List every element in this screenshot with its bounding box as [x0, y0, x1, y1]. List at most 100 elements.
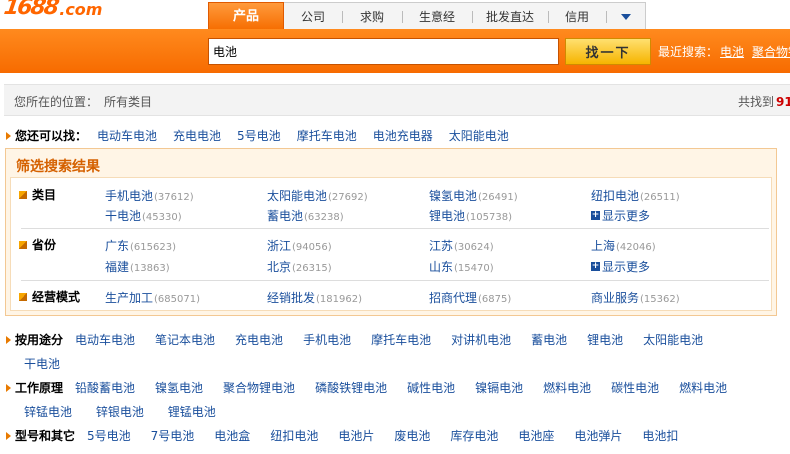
category-link[interactable]: 电池片 — [338, 427, 374, 444]
filter-option: 北京(26315) — [267, 258, 332, 275]
search-input[interactable] — [208, 38, 559, 65]
filter-option-link[interactable]: 干电池 — [105, 209, 141, 223]
filter-option-link[interactable]: 北京 — [267, 260, 291, 274]
arrow-right-icon — [6, 131, 11, 140]
tab-wholesale[interactable]: 批发直达 — [472, 2, 548, 30]
arrow-right-icon — [6, 431, 11, 440]
category-link[interactable]: 碳性电池 — [611, 379, 659, 396]
category-link[interactable]: 干电池 — [24, 357, 60, 371]
category-link[interactable]: 碱性电池 — [407, 379, 455, 396]
category-link[interactable]: 磷酸铁锂电池 — [315, 379, 387, 396]
filter-option: 手机电池(37612) — [105, 187, 194, 204]
related-search-link[interactable]: 摩托车电池 — [297, 127, 357, 144]
category-link[interactable]: 太阳能电池 — [643, 331, 703, 348]
category-link[interactable]: 电动车电池 — [75, 331, 135, 348]
category-link[interactable]: 电池座 — [518, 427, 554, 444]
filter-option-link[interactable]: 锂电池 — [429, 209, 465, 223]
category-link[interactable]: 锂电池 — [587, 331, 623, 348]
related-search-link[interactable]: 太阳能电池 — [449, 127, 509, 144]
category-link[interactable]: 锌银电池 — [96, 405, 144, 419]
filter-option-link[interactable]: 上海 — [591, 239, 615, 253]
filter-option-count: (37612) — [154, 192, 194, 203]
category-link[interactable]: 燃料电池 — [543, 379, 591, 396]
related-search-link[interactable]: 充电电池 — [173, 127, 221, 144]
recent-search-link[interactable]: 电池 — [720, 45, 744, 59]
tab-business[interactable]: 生意经 — [402, 2, 472, 30]
category-link[interactable]: 手机电池 — [303, 331, 351, 348]
filter-option: 浙江(94056) — [267, 237, 332, 254]
category-link[interactable]: 电池弹片 — [574, 427, 622, 444]
category-link[interactable]: 聚合物锂电池 — [223, 379, 295, 396]
filter-option-link[interactable]: 广东 — [105, 239, 129, 253]
category-link[interactable]: 废电池 — [394, 427, 430, 444]
filter-option: 山东(15470) — [429, 258, 494, 275]
filter-option-link[interactable]: 招商代理 — [429, 291, 477, 305]
category-link[interactable]: 充电电池 — [235, 331, 283, 348]
filter-option-count: (105738) — [466, 212, 512, 223]
filter-option-link[interactable]: 江苏 — [429, 239, 453, 253]
recent-searches-label: 最近搜索： — [658, 45, 719, 59]
logo[interactable]: 1688 .com — [2, 0, 102, 20]
result-count-number: 91 — [776, 95, 790, 109]
tab-buying[interactable]: 求购 — [342, 2, 402, 30]
show-more-button[interactable]: + 显示更多 — [591, 207, 650, 224]
category-link[interactable]: 5号电池 — [87, 427, 131, 444]
filter-option: 镍氢电池(26491) — [429, 187, 518, 204]
recent-search-link[interactable]: 聚合物锂 — [752, 45, 790, 59]
result-count: 共找到 91 — [738, 93, 790, 110]
filter-option-link[interactable]: 纽扣电池 — [591, 189, 639, 203]
tab-companies[interactable]: 公司 — [284, 2, 342, 30]
filter-option-count: (181962) — [316, 294, 362, 305]
filter-option-count: (30624) — [454, 242, 494, 253]
filter-option-count: (45330) — [142, 212, 182, 223]
filter-option: 上海(42046) — [591, 237, 656, 254]
tab-more-dropdown[interactable] — [606, 2, 646, 30]
filter-option-link[interactable]: 山东 — [429, 260, 453, 274]
filter-option-link[interactable]: 蓄电池 — [267, 209, 303, 223]
filter-option-count: (15470) — [454, 263, 494, 274]
category-link[interactable]: 对讲机电池 — [451, 331, 511, 348]
show-more-button[interactable]: + 显示更多 — [591, 258, 650, 275]
category-link[interactable]: 库存电池 — [450, 427, 498, 444]
filter-title: 筛选搜索结果 — [16, 159, 100, 175]
category-link[interactable]: 电池扣 — [642, 427, 678, 444]
filter-option: 锂电池(105738) — [429, 207, 512, 224]
filter-row-header: 类目 — [19, 186, 56, 203]
filter-option-link[interactable]: 商业服务 — [591, 291, 639, 305]
filter-option: 干电池(45330) — [105, 207, 182, 224]
filter-option: 广东(615623) — [105, 237, 176, 254]
category-link[interactable]: 镍氢电池 — [155, 379, 203, 396]
related-search-link[interactable]: 电动车电池 — [97, 127, 157, 144]
category-link[interactable]: 纽扣电池 — [270, 427, 318, 444]
filter-option-link[interactable]: 经销批发 — [267, 291, 315, 305]
category-link[interactable]: 燃料电池 — [679, 379, 727, 396]
category-link[interactable]: 摩托车电池 — [371, 331, 431, 348]
category-link[interactable]: 铅酸蓄电池 — [75, 379, 135, 396]
filter-option-link[interactable]: 太阳能电池 — [267, 189, 327, 203]
plus-icon: + — [591, 210, 600, 220]
filter-option-count: (26511) — [640, 192, 680, 203]
filter-option-link[interactable]: 福建 — [105, 260, 129, 274]
category-link[interactable]: 锂锰电池 — [168, 405, 216, 419]
search-button[interactable]: 找一下 — [565, 38, 651, 65]
tab-products[interactable]: 产品 — [208, 2, 284, 30]
category-link[interactable]: 锌锰电池 — [24, 405, 72, 419]
breadcrumb-all-categories[interactable]: 所有类目 — [104, 93, 152, 110]
filter-option-link[interactable]: 手机电池 — [105, 189, 153, 203]
filter-row-category: 类目 手机电池(37612) 太阳能电池(27692) 镍氢电池(26491) … — [11, 178, 773, 228]
filter-option: 经销批发(181962) — [267, 289, 362, 306]
category-row-title: 型号和其它 — [15, 429, 76, 443]
filter-option: 太阳能电池(27692) — [267, 187, 368, 204]
filter-option: 纽扣电池(26511) — [591, 187, 680, 204]
related-search-link[interactable]: 电池充电器 — [373, 127, 433, 144]
filter-option-link[interactable]: 镍氢电池 — [429, 189, 477, 203]
tab-credit[interactable]: 信用 — [548, 2, 606, 30]
category-link[interactable]: 7号电池 — [151, 427, 195, 444]
filter-option-link[interactable]: 生产加工 — [105, 291, 153, 305]
category-link[interactable]: 笔记本电池 — [155, 331, 215, 348]
category-link[interactable]: 电池盒 — [214, 427, 250, 444]
related-search-link[interactable]: 5号电池 — [237, 127, 281, 144]
filter-option-link[interactable]: 浙江 — [267, 239, 291, 253]
category-link[interactable]: 蓄电池 — [531, 331, 567, 348]
category-link[interactable]: 镍镉电池 — [475, 379, 523, 396]
